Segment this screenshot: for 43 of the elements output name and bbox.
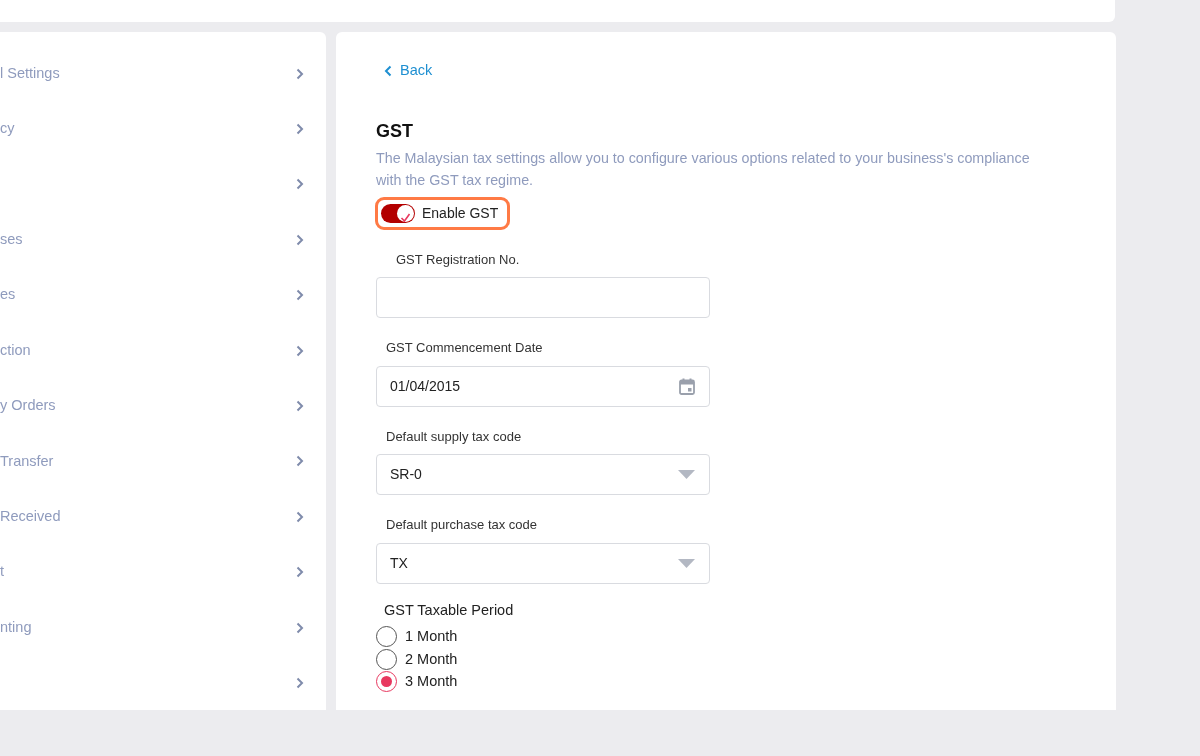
- sidebar-item[interactable]: y Orders: [0, 395, 56, 417]
- sidebar-item[interactable]: es: [0, 284, 16, 307]
- sidebar-item[interactable]: t: [0, 561, 5, 584]
- chevron-right-icon[interactable]: [296, 123, 304, 136]
- date-field[interactable]: 01/04/2015: [376, 365, 710, 407]
- sidebar-item[interactable]: l Settings: [0, 62, 60, 85]
- chevron-right-icon[interactable]: [296, 400, 304, 413]
- chevron-right-icon[interactable]: [296, 67, 304, 80]
- sidebar-item[interactable]: Transfer: [0, 450, 54, 473]
- sidebar-item[interactable]: Received: [0, 505, 61, 528]
- toggle-switch[interactable]: [381, 203, 415, 223]
- sidebar-item[interactable]: ction: [0, 339, 31, 362]
- sidebar-item[interactable]: nting: [0, 616, 32, 639]
- sidebar-item[interactable]: cy: [0, 118, 15, 140]
- sidebar-item[interactable]: ses: [0, 229, 23, 251]
- section-title: GST: [376, 119, 414, 143]
- dropdown-arrow-icon[interactable]: [678, 558, 695, 568]
- chevron-right-icon[interactable]: [296, 566, 304, 579]
- chevron-right-icon[interactable]: [296, 178, 304, 191]
- chevron-right-icon[interactable]: [296, 289, 304, 302]
- section-description: The Malaysian tax settings allow you to configure various options related to your business's compliance with the GST tax regime.: [376, 148, 1031, 191]
- back-link[interactable]: Back: [376, 58, 435, 84]
- chevron-left-icon: [384, 64, 392, 77]
- field-label: Default supply tax code: [386, 427, 522, 446]
- radio-option[interactable]: 1 Month: [376, 625, 1076, 649]
- select-field[interactable]: SR-0: [376, 454, 710, 496]
- dropdown-arrow-icon[interactable]: [678, 470, 695, 480]
- select-field[interactable]: TX: [376, 542, 710, 584]
- field-label: GST Commencement Date: [386, 339, 543, 358]
- field-label: Default purchase tax code: [386, 516, 538, 535]
- chevron-right-icon[interactable]: [296, 510, 304, 523]
- input-field[interactable]: [376, 277, 710, 319]
- radio-option[interactable]: 3 Month: [376, 670, 1076, 694]
- toggle-label: Enable GST: [422, 203, 499, 223]
- radio-option[interactable]: 2 Month: [376, 648, 1076, 671]
- chevron-right-icon[interactable]: [296, 455, 304, 468]
- calendar-icon[interactable]: [679, 377, 695, 395]
- chevron-right-icon[interactable]: [296, 344, 304, 357]
- radio-group-label: GST Taxable Period: [384, 600, 514, 620]
- chevron-right-icon[interactable]: [296, 621, 304, 634]
- chevron-right-icon[interactable]: [296, 677, 304, 689]
- chevron-right-icon[interactable]: [296, 233, 304, 246]
- field-label: GST Registration No.: [396, 250, 520, 269]
